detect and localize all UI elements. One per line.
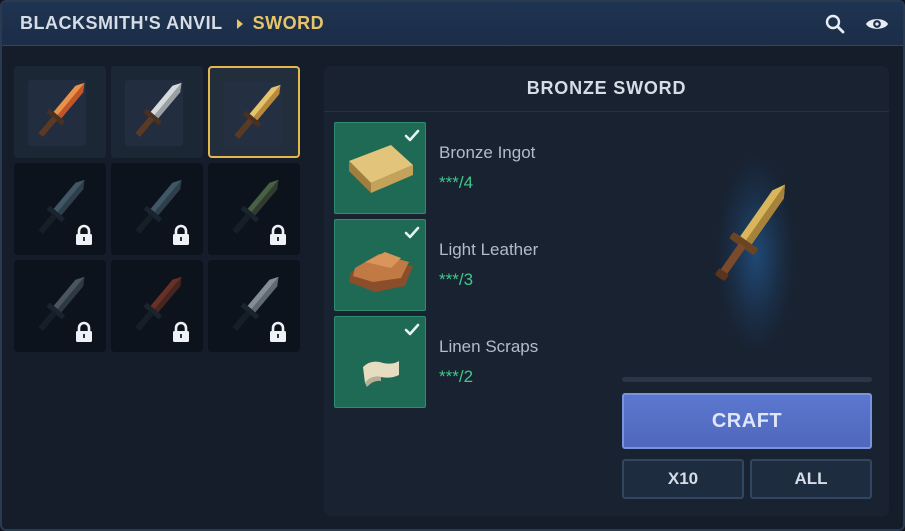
ingredient-count: ***/4 (439, 173, 474, 192)
ingredient-count: ***/3 (439, 270, 474, 289)
item-slot-7[interactable] (14, 260, 106, 352)
item-slot-1[interactable] (14, 66, 106, 158)
ingredient-slot-linen-scraps[interactable] (334, 316, 426, 408)
sword-icon (135, 82, 182, 137)
crafting-window: BLACKSMITH'S ANVIL SWORD BRONZE SWORD Br… (0, 0, 905, 531)
craft-progress-bar (622, 377, 872, 382)
ingredient-slot-bronze-ingot[interactable] (334, 122, 426, 214)
search-icon[interactable] (823, 12, 847, 36)
item-grid (14, 66, 304, 356)
craft-all-button[interactable]: ALL (750, 459, 872, 499)
item-slot-9[interactable] (208, 260, 300, 352)
header-icons (823, 2, 889, 46)
eye-icon[interactable] (865, 12, 889, 36)
lock-icon (76, 321, 92, 342)
item-slot-3[interactable] (208, 66, 300, 158)
item-slot-2[interactable] (111, 66, 203, 158)
item-slot-8[interactable] (111, 260, 203, 352)
lock-icon (173, 224, 189, 245)
lock-icon (76, 224, 92, 245)
lock-icon (270, 224, 286, 245)
item-slot-5[interactable] (111, 163, 203, 255)
check-icon (404, 226, 420, 239)
item-slot-6[interactable] (208, 163, 300, 255)
breadcrumb-current: SWORD (252, 13, 325, 33)
ingredient-count: ***/2 (439, 367, 474, 386)
craft-button[interactable]: CRAFT (622, 393, 872, 449)
craft-x10-button[interactable]: X10 (622, 459, 744, 499)
detail-panel: BRONZE SWORD Bronze Ingot ***/4 Light Le… (324, 66, 889, 516)
bronze-sword-preview-icon (715, 184, 785, 281)
lock-icon (270, 321, 286, 342)
ingredient-slot-light-leather[interactable] (334, 219, 426, 311)
header-bar: BLACKSMITH'S ANVIL SWORD (2, 2, 903, 46)
item-title: BRONZE SWORD (324, 66, 889, 112)
breadcrumb-arrow-icon (236, 18, 243, 29)
item-slot-4[interactable] (14, 163, 106, 255)
ingredient-name: Linen Scraps (439, 337, 539, 356)
check-icon (404, 323, 420, 336)
sword-icon (38, 82, 85, 137)
sword-icon (234, 84, 281, 139)
lock-icon (173, 321, 189, 342)
ingredient-name: Bronze Ingot (439, 143, 536, 162)
check-icon (404, 129, 420, 142)
breadcrumb-root[interactable]: BLACKSMITH'S ANVIL (20, 13, 223, 34)
ingredient-name: Light Leather (439, 240, 539, 259)
